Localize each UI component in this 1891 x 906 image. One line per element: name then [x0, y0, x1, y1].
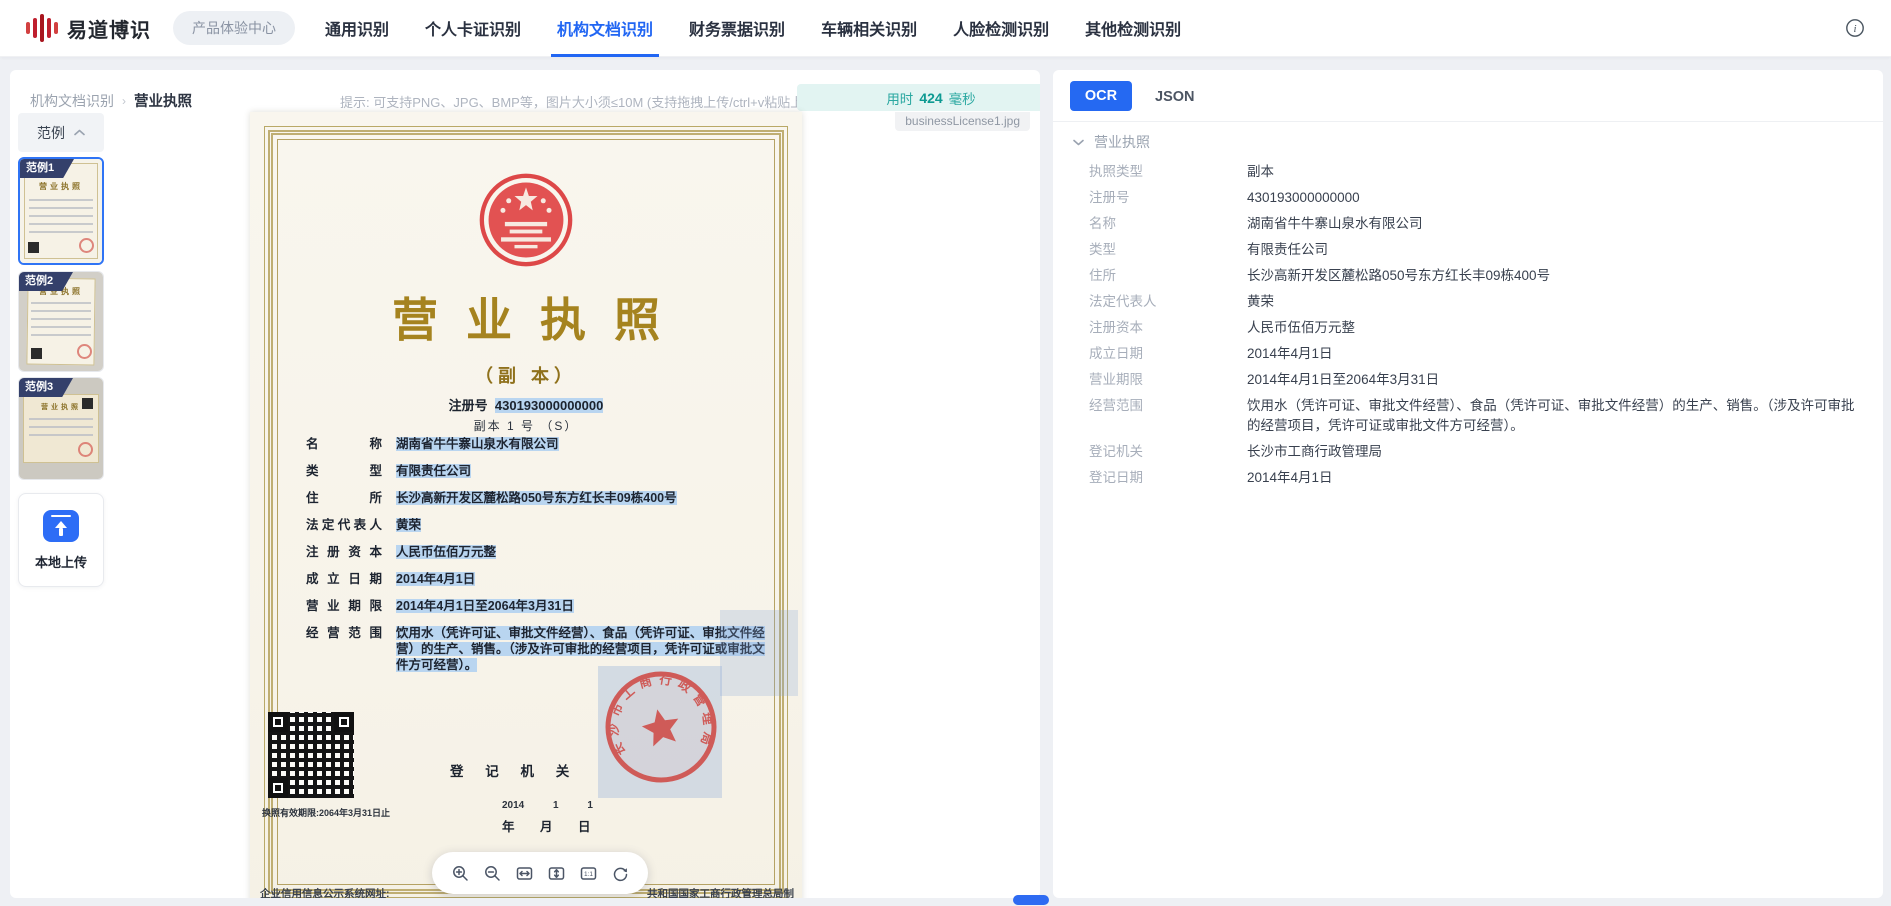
license-regno-line: 注册号 430193000000000	[250, 395, 802, 414]
breadcrumb-separator: ›	[122, 94, 126, 108]
bottom-scroll-thumb[interactable]	[1013, 895, 1049, 905]
license-field-row: 住所长沙高新开发区麓松路050号东方红长丰09栋400号	[306, 490, 774, 506]
info-icon[interactable]: i	[1845, 18, 1865, 38]
tab-json[interactable]: JSON	[1149, 85, 1201, 109]
sample-thumbnail-3[interactable]: 营业执照 范例3	[18, 377, 104, 480]
svg-text:i: i	[1853, 23, 1856, 35]
license-field-row: 名称湖南省牛牛寨山泉水有限公司	[306, 436, 774, 452]
national-emblem-icon	[478, 172, 574, 268]
nav-item-general[interactable]: 通用识别	[325, 0, 389, 57]
license-fields: 名称湖南省牛牛寨山泉水有限公司 类型有限责任公司 住所长沙高新开发区麓松路050…	[306, 436, 774, 684]
ocr-field-row: 住所长沙高新开发区麓松路050号东方红长丰09栋400号	[1089, 266, 1865, 286]
upload-icon	[43, 510, 79, 542]
ocr-field-row: 执照类型副本	[1089, 162, 1865, 182]
ocr-field-row: 营业期限2014年4月1日至2064年3月31日	[1089, 370, 1865, 390]
ocr-field-row: 法定代表人黄荣	[1089, 292, 1865, 312]
brand-logo[interactable]: 易道博识	[26, 13, 151, 43]
registrar-label: 登 记 机 关	[450, 760, 578, 780]
ocr-field-row: 经营范围饮用水（凭许可证、审批文件经营）、食品（凭许可证、审批文件经营）的生产、…	[1089, 396, 1865, 436]
license-title: 营业执照	[250, 284, 802, 350]
nav-item-other-detect[interactable]: 其他检测识别	[1085, 0, 1181, 57]
top-navbar: 易道博识 产品体验中心 通用识别 个人卡证识别 机构文档识别 财务票据识别 车辆…	[0, 0, 1891, 57]
result-tabs: OCR JSON	[1053, 70, 1883, 122]
ocr-field-list: 执照类型副本 注册号430193000000000 名称湖南省牛牛寨山泉水有限公…	[1089, 162, 1865, 494]
elapsed-prefix: 用时	[886, 88, 913, 108]
ocr-field-row: 注册号430193000000000	[1089, 188, 1865, 208]
license-date-units: 年 月 日	[502, 816, 712, 835]
license-footer-left: 企业信用信息公示系统网址:	[260, 886, 390, 898]
product-center-button[interactable]: 产品体验中心	[173, 11, 295, 45]
nav-item-finance-ticket[interactable]: 财务票据识别	[689, 0, 785, 57]
fit-width-icon[interactable]	[516, 865, 533, 882]
chevron-down-icon	[1073, 139, 1084, 146]
fit-height-icon[interactable]	[548, 865, 565, 882]
zoom-in-icon[interactable]	[452, 865, 469, 882]
filename-chip: businessLicense1.jpg	[895, 112, 1030, 131]
license-field-row: 注册资本人民币伍佰万元整	[306, 544, 774, 560]
samples-header-label: 范例	[37, 123, 65, 143]
document-canvas[interactable]: 营业执照 （副 本） 注册号 430193000000000 副本 1 号 （S…	[250, 112, 802, 898]
soundwave-logo-icon	[26, 13, 58, 43]
qr-caption: 换照有效期限:2064年3月31日止	[262, 806, 390, 819]
tab-ocr[interactable]: OCR	[1070, 81, 1132, 111]
license-regno-value: 430193000000000	[495, 398, 603, 413]
official-stamp: 长沙市工商行政管理局	[591, 657, 731, 797]
actual-size-icon[interactable]: 1:1	[580, 865, 597, 882]
breadcrumb-parent[interactable]: 机构文档识别	[30, 91, 114, 111]
reset-view-icon[interactable]	[612, 865, 629, 882]
ocr-field-row: 类型有限责任公司	[1089, 240, 1865, 260]
license-subtitle: （副 本）	[250, 362, 802, 388]
zoom-out-icon[interactable]	[484, 865, 501, 882]
ocr-field-row: 注册资本人民币伍佰万元整	[1089, 318, 1865, 338]
svg-text:1:1: 1:1	[583, 871, 592, 878]
sample-thumbnail-1[interactable]: 营业执照 范例1	[18, 157, 104, 265]
nav-item-org-document[interactable]: 机构文档识别	[557, 0, 653, 57]
upload-label: 本地上传	[35, 552, 87, 571]
elapsed-value: 424	[919, 90, 942, 106]
nav-item-vehicle[interactable]: 车辆相关识别	[821, 0, 917, 57]
ocr-field-row: 登记日期2014年4月1日	[1089, 468, 1865, 488]
breadcrumb-current: 营业执照	[134, 90, 192, 111]
sample-thumbnail-2[interactable]: 营业执照 范例2	[18, 271, 104, 372]
elapsed-time-badge: 用时 424 毫秒	[797, 84, 1040, 111]
viewer-toolbar: 1:1	[432, 852, 648, 894]
elapsed-unit: 毫秒	[949, 88, 976, 108]
license-date-numbers: 2014 1 1	[502, 800, 712, 811]
license-field-row: 成立日期2014年4月1日	[306, 571, 774, 587]
brand-name: 易道博识	[67, 14, 151, 43]
breadcrumb: 机构文档识别 › 营业执照	[30, 90, 192, 111]
qr-code	[268, 712, 354, 798]
ocr-field-row: 名称湖南省牛牛寨山泉水有限公司	[1089, 214, 1865, 234]
license-copy-line: 副本 1 号 （S）	[250, 417, 802, 434]
chevron-up-icon	[74, 129, 85, 136]
result-section-title: 营业执照	[1094, 132, 1150, 152]
nav-item-face-detect[interactable]: 人脸检测识别	[953, 0, 1049, 57]
license-field-row: 类型有限责任公司	[306, 463, 774, 479]
samples-collapse-header[interactable]: 范例	[18, 113, 104, 152]
ocr-field-row: 登记机关长沙市工商行政管理局	[1089, 442, 1865, 462]
result-panel: OCR JSON 营业执照 执照类型副本 注册号430193000000000 …	[1053, 70, 1883, 898]
license-footer-right: 共和国国家工商行政管理总局制	[647, 886, 794, 898]
recognition-panel: 机构文档识别 › 营业执照 提示: 可支持PNG、JPG、BMP等，图片大小须≤…	[10, 70, 1040, 898]
upload-hint-text: 提示: 可支持PNG、JPG、BMP等，图片大小须≤10M (支持拖拽上传/ct…	[340, 92, 821, 111]
main-nav: 通用识别 个人卡证识别 机构文档识别 财务票据识别 车辆相关识别 人脸检测识别 …	[325, 0, 1181, 57]
detection-box	[720, 610, 798, 696]
ocr-field-row: 成立日期2014年4月1日	[1089, 344, 1865, 364]
local-upload-button[interactable]: 本地上传	[18, 493, 104, 587]
license-field-row: 营业期限2014年4月1日至2064年3月31日	[306, 598, 774, 614]
license-field-row: 法定代表人黄荣	[306, 517, 774, 533]
nav-item-personal-card[interactable]: 个人卡证识别	[425, 0, 521, 57]
result-section-header[interactable]: 营业执照	[1073, 132, 1150, 152]
